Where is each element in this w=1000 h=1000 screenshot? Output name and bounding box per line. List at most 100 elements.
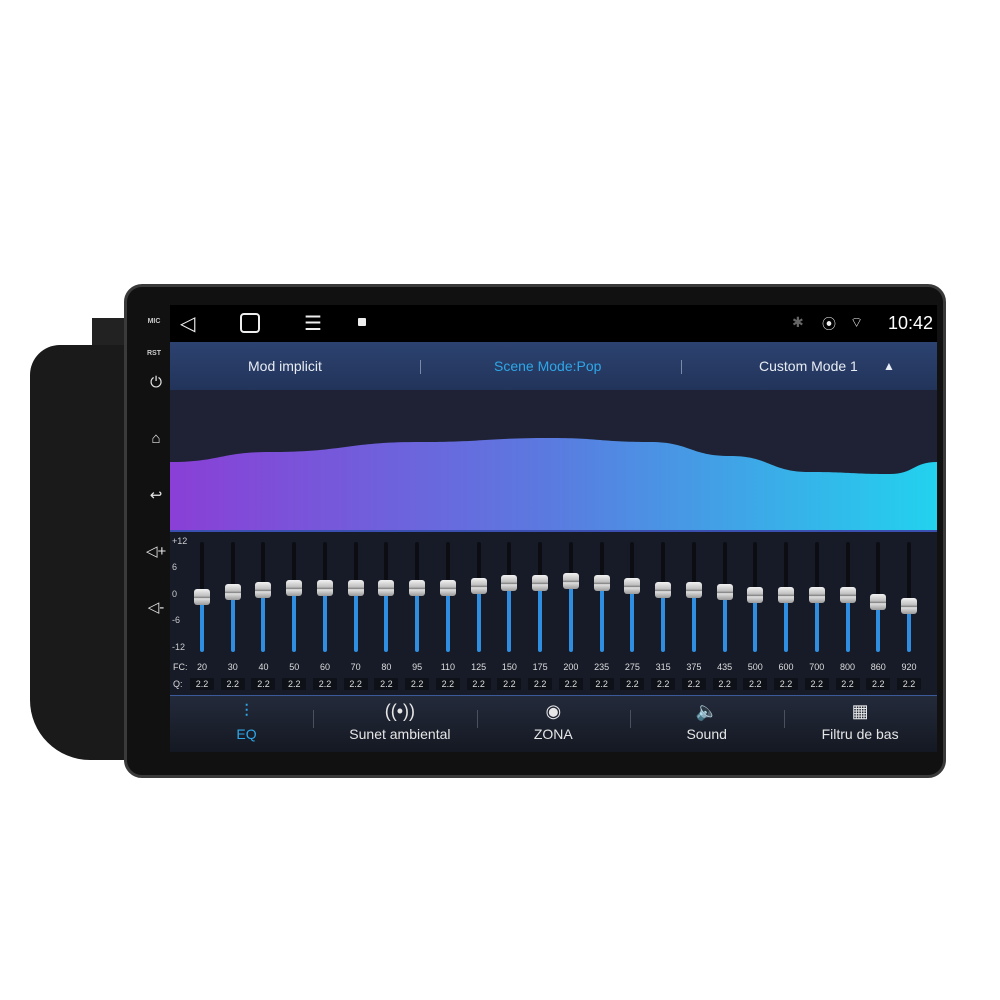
q-value[interactable]: 2.2 xyxy=(835,678,860,690)
slider-knob[interactable] xyxy=(409,579,426,596)
slider-knob[interactable] xyxy=(532,575,549,592)
divider xyxy=(783,710,785,728)
q-value[interactable]: 2.2 xyxy=(528,678,553,690)
eq-band-50: 50 2.2 xyxy=(279,532,309,697)
slider-fill xyxy=(845,594,850,652)
slider-knob[interactable] xyxy=(839,586,856,603)
slider-knob[interactable] xyxy=(316,579,333,596)
slider-fill xyxy=(322,587,327,652)
home-nav-icon[interactable] xyxy=(240,313,260,333)
slider-knob[interactable] xyxy=(347,579,364,596)
fc-value: 70 xyxy=(350,662,361,672)
back-nav-icon[interactable]: ◁ xyxy=(180,311,195,336)
slider-knob[interactable] xyxy=(286,579,303,596)
slider-knob[interactable] xyxy=(194,589,210,605)
y-tick-label: -12 xyxy=(172,642,186,652)
tab-zona[interactable]: ◉ ZONA xyxy=(477,696,630,752)
slider-knob[interactable] xyxy=(624,577,641,594)
eq-band-860: 860 2.2 xyxy=(863,532,893,697)
reset-button[interactable]: RST xyxy=(144,350,164,357)
slider-fill xyxy=(691,590,696,652)
eq-band-275: 275 2.2 xyxy=(617,532,647,697)
volume-up-icon[interactable]: ◁+ xyxy=(146,542,166,560)
q-value[interactable]: 2.2 xyxy=(620,678,645,690)
custom-mode-button[interactable]: Custom Mode 1 xyxy=(759,358,858,374)
slider-knob[interactable] xyxy=(378,579,395,596)
home-icon[interactable]: ⌂ xyxy=(146,430,166,447)
eq-band-435: 435 2.2 xyxy=(710,532,740,697)
q-value[interactable]: 2.2 xyxy=(897,678,922,690)
q-value[interactable]: 2.2 xyxy=(743,678,768,690)
slider-knob[interactable] xyxy=(593,575,610,592)
q-value[interactable]: 2.2 xyxy=(681,678,706,690)
tab-sound[interactable]: 🔈 Sound xyxy=(630,696,783,752)
slider-fill xyxy=(507,583,512,652)
bottom-tab-bar: ⫶ EQ ((•)) Sunet ambiental ◉ ZONA 🔈 Sound ▦ Filtr… xyxy=(170,695,937,752)
volume-down-icon[interactable]: ◁- xyxy=(146,598,166,616)
fc-value: 275 xyxy=(624,662,640,672)
menu-nav-icon[interactable]: ☰ xyxy=(304,311,322,336)
q-value[interactable]: 2.2 xyxy=(712,678,737,690)
fc-value: 800 xyxy=(840,662,856,672)
eq-band-700: 700 2.2 xyxy=(802,532,832,697)
speaker-icon: 🔈 xyxy=(695,701,718,721)
tab-eq[interactable]: ⫶ EQ xyxy=(170,696,323,752)
scene-mode-button[interactable]: Scene Mode:Pop xyxy=(494,358,601,374)
tab-label: Sound xyxy=(686,726,727,742)
tab-label: Filtru de bas xyxy=(821,726,899,742)
slider-fill xyxy=(722,592,727,652)
q-value[interactable]: 2.2 xyxy=(435,678,460,690)
slider-fill xyxy=(814,594,819,652)
slider-fill xyxy=(384,587,389,652)
q-value[interactable]: 2.2 xyxy=(190,678,214,690)
fc-value: 40 xyxy=(258,662,269,672)
q-value[interactable]: 2.2 xyxy=(558,678,583,690)
slider-knob[interactable] xyxy=(255,582,272,599)
slider-fill xyxy=(415,587,420,652)
q-value[interactable]: 2.2 xyxy=(651,678,676,690)
q-value[interactable]: 2.2 xyxy=(220,678,245,690)
slider-knob[interactable] xyxy=(439,579,456,596)
tab-sunet-ambiental[interactable]: ((•)) Sunet ambiental xyxy=(323,696,476,752)
q-value[interactable]: 2.2 xyxy=(312,678,337,690)
default-mode-button[interactable]: Mod implicit xyxy=(248,358,322,374)
fc-label: FC: xyxy=(173,662,188,672)
divider xyxy=(313,710,315,728)
slider-knob[interactable] xyxy=(224,584,241,601)
eq-band-800: 800 2.2 xyxy=(833,532,863,697)
slider-knob[interactable] xyxy=(685,582,702,599)
triangle-up-icon[interactable]: ▲ xyxy=(883,359,895,373)
slider-knob[interactable] xyxy=(778,586,795,603)
slider-knob[interactable] xyxy=(562,572,579,589)
q-value[interactable]: 2.2 xyxy=(497,678,522,690)
slider-fill xyxy=(568,580,573,652)
back-icon[interactable]: ↩ xyxy=(146,486,166,504)
clock: 10:42 xyxy=(887,313,933,333)
slider-knob[interactable] xyxy=(716,584,733,601)
slider-knob[interactable] xyxy=(870,593,887,610)
fc-value: 375 xyxy=(686,662,702,672)
q-value[interactable]: 2.2 xyxy=(374,678,399,690)
slider-knob[interactable] xyxy=(470,577,487,594)
fc-value: 235 xyxy=(594,662,610,672)
slider-knob[interactable] xyxy=(747,586,764,603)
q-value[interactable]: 2.2 xyxy=(589,678,614,690)
power-icon[interactable]: ⏻ xyxy=(146,374,166,391)
q-value[interactable]: 2.2 xyxy=(343,678,368,690)
q-value[interactable]: 2.2 xyxy=(282,678,307,690)
fc-value: 920 xyxy=(901,662,917,672)
slider-knob[interactable] xyxy=(501,575,518,592)
slider-knob[interactable] xyxy=(655,582,672,599)
q-value[interactable]: 2.2 xyxy=(466,678,491,690)
equalizer-panel: FC: Q: +12 6 0 -6 -12 20 2.2 30 2.2 40 2.2 5… xyxy=(170,530,937,697)
fc-value: 500 xyxy=(747,662,763,672)
tab-filtru-de-bas[interactable]: ▦ Filtru de bas xyxy=(784,696,937,752)
q-value[interactable]: 2.2 xyxy=(866,678,891,690)
slider-knob[interactable] xyxy=(901,598,918,615)
q-value[interactable]: 2.2 xyxy=(804,678,829,690)
q-value[interactable]: 2.2 xyxy=(251,678,276,690)
q-value[interactable]: 2.2 xyxy=(405,678,430,690)
slider-knob[interactable] xyxy=(808,586,825,603)
eq-band-60: 60 2.2 xyxy=(310,532,340,697)
q-value[interactable]: 2.2 xyxy=(774,678,799,690)
